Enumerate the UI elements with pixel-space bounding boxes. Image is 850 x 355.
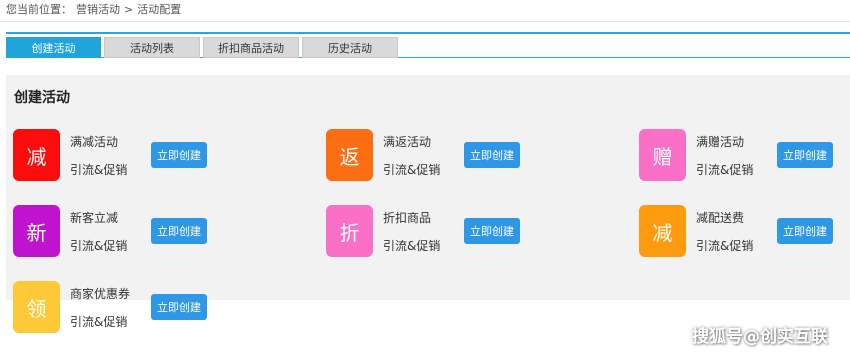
activity-item-full-reduction: 减 满减活动 引流&促销 立即创建 [13, 129, 253, 185]
create-new-customer-button[interactable]: 立即创建 [151, 218, 207, 244]
activity-name: 满减活动 [70, 135, 119, 149]
create-activity-panel: 创建活动 减 满减活动 引流&促销 立即创建 返 满返活动 引流&促销 立即创建… [6, 75, 850, 333]
breadcrumb-link-marketing[interactable]: 营销活动 [76, 2, 120, 18]
activity-item-merchant-coupon: 领 商家优惠券 引流&促销 立即创建 [13, 281, 253, 337]
activity-subtitle: 引流&促销 [383, 239, 441, 253]
activity-subtitle: 引流&促销 [383, 163, 441, 177]
full-gift-icon: 赠 [639, 129, 686, 181]
breadcrumb-current: 活动配置 [137, 3, 182, 16]
activity-item-full-gift: 赠 满赠活动 引流&促销 立即创建 [639, 129, 850, 185]
activity-item-delivery-fee: 减 减配送费 引流&促销 立即创建 [639, 205, 850, 261]
watermark: 搜狐号@创实互联 [692, 327, 828, 347]
new-customer-icon: 新 [13, 205, 60, 257]
activity-name: 减配送费 [696, 211, 745, 225]
activity-name: 折扣商品 [383, 211, 432, 225]
activity-name: 新客立减 [70, 211, 119, 225]
tab-activity-list[interactable]: 活动列表 [104, 37, 200, 58]
tab-discount-products[interactable]: 折扣商品活动 [203, 37, 299, 58]
create-discount-products-button[interactable]: 立即创建 [464, 218, 520, 244]
tab-create-activity[interactable]: 创建活动 [6, 37, 101, 58]
activity-item-full-return: 返 满返活动 引流&促销 立即创建 [326, 129, 566, 185]
coupon-icon: 领 [13, 281, 60, 333]
full-reduction-icon: 减 [13, 129, 60, 181]
create-full-return-button[interactable]: 立即创建 [464, 142, 520, 168]
breadcrumb-prefix: 您当前位置： [6, 3, 72, 16]
breadcrumb-separator: > [124, 3, 134, 16]
tab-bar: 创建活动 活动列表 折扣商品活动 历史活动 [6, 32, 850, 58]
activity-subtitle: 引流&促销 [696, 239, 754, 253]
activity-subtitle: 引流&促销 [70, 163, 128, 177]
activity-subtitle: 引流&促销 [70, 239, 128, 253]
full-return-icon: 返 [326, 129, 373, 181]
activity-name: 商家优惠券 [70, 287, 131, 301]
delivery-fee-icon: 减 [639, 205, 686, 257]
create-merchant-coupon-button[interactable]: 立即创建 [151, 294, 207, 320]
activity-item-discount-products: 折 折扣商品 引流&促销 立即创建 [326, 205, 566, 261]
activity-name: 满赠活动 [696, 135, 745, 149]
breadcrumb-divider [0, 21, 850, 22]
discount-icon: 折 [326, 205, 373, 257]
activity-subtitle: 引流&促销 [696, 163, 754, 177]
tab-history[interactable]: 历史活动 [302, 37, 398, 58]
activity-name: 满返活动 [383, 135, 432, 149]
create-delivery-fee-button[interactable]: 立即创建 [777, 218, 833, 244]
activity-subtitle: 引流&促销 [70, 315, 128, 329]
create-full-gift-button[interactable]: 立即创建 [777, 142, 833, 168]
create-full-reduction-button[interactable]: 立即创建 [151, 142, 207, 168]
panel-title: 创建活动 [14, 90, 70, 106]
activity-item-new-customer: 新 新客立减 引流&促销 立即创建 [13, 205, 253, 261]
breadcrumb: 您当前位置： 营销活动 > 活动配置 [6, 2, 181, 18]
